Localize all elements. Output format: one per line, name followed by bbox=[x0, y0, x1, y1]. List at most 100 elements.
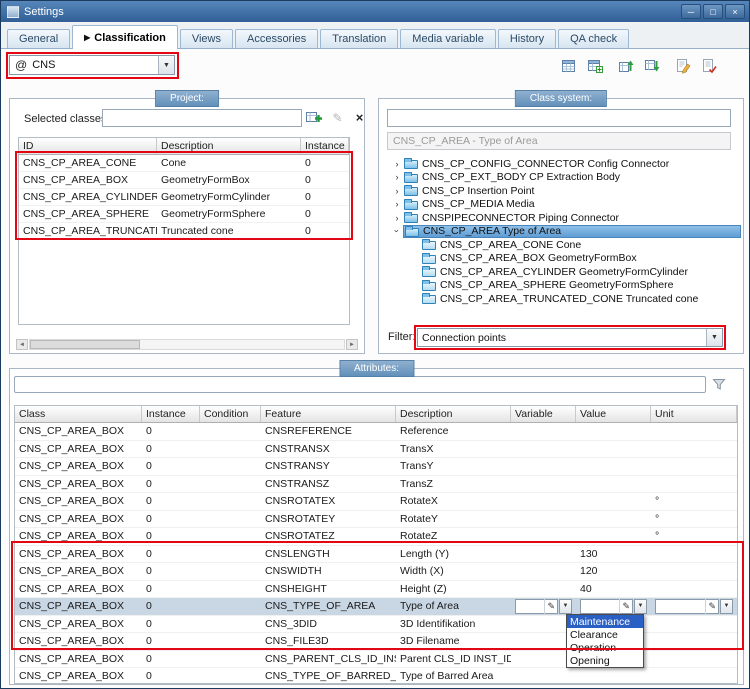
attr-cell-instance: 0 bbox=[146, 442, 152, 455]
table-paste-icon[interactable] bbox=[587, 58, 604, 74]
attr-row[interactable]: CNS_CP_AREA_BOX 0 CNSTRANSZ TransZ bbox=[15, 476, 737, 493]
attr-col-description[interactable]: Description bbox=[396, 406, 511, 422]
attr-row[interactable]: CNS_CP_AREA_BOX 0 CNS_TYPE_OF_AREA Type of … bbox=[15, 598, 737, 616]
pencil-icon[interactable]: ✎ bbox=[544, 598, 557, 615]
report-check-icon[interactable] bbox=[701, 58, 718, 74]
unit-editor[interactable]: ✎ ▼ bbox=[655, 598, 733, 615]
minimize-button[interactable]: ─ bbox=[681, 4, 701, 19]
project-col-instance[interactable]: Instance bbox=[301, 138, 349, 154]
attr-row[interactable]: CNS_CP_AREA_BOX 0 CNSLENGTH Length (Y) 130 bbox=[15, 546, 737, 563]
edit-classes-icon[interactable]: ✎ bbox=[329, 109, 346, 126]
chevron-down-icon[interactable]: ▼ bbox=[559, 599, 572, 614]
tab-qa-check[interactable]: QA check bbox=[558, 29, 630, 48]
tree-item[interactable]: › CNSPIPECONNECTOR Piping Connector bbox=[381, 211, 741, 225]
report-edit-icon[interactable] bbox=[675, 58, 692, 74]
project-table-row[interactable]: CNS_CP_AREA_SPHERE GeometryFormSphere 0 bbox=[19, 206, 349, 223]
unit-editor-field[interactable]: ✎ bbox=[655, 598, 719, 615]
project-hscrollbar[interactable]: ◄ ► bbox=[16, 339, 358, 350]
tree-item[interactable]: › CNS_CP_AREA Type of Area bbox=[381, 224, 741, 238]
attr-row[interactable]: CNS_CP_AREA_BOX 0 CNSHEIGHT Height (Z) 40 bbox=[15, 581, 737, 598]
scroll-left-icon[interactable]: ◄ bbox=[16, 339, 28, 350]
tab-classification[interactable]: ▶ Classification bbox=[72, 25, 178, 49]
project-table-row[interactable]: CNS_CP_AREA_CONE Cone 0 bbox=[19, 155, 349, 172]
chevron-collapsed-icon[interactable]: › bbox=[391, 199, 403, 209]
attr-row[interactable]: CNS_CP_AREA_BOX 0 CNSREFERENCE Reference bbox=[15, 423, 737, 441]
value-editor[interactable]: ✎ ▼ bbox=[580, 598, 647, 615]
tree-item[interactable]: CNS_CP_AREA_CYLINDER GeometryFormCylinde… bbox=[381, 265, 741, 279]
pencil-icon[interactable]: ✎ bbox=[619, 598, 632, 615]
tree-item[interactable]: › CNS_CP_EXT_BODY CP Extraction Body bbox=[381, 171, 741, 185]
add-classes-icon[interactable] bbox=[306, 109, 323, 126]
value-editor-field[interactable]: ✎ bbox=[580, 598, 633, 615]
project-table-row[interactable]: CNS_CP_AREA_TRUNCATED_CONE Truncated cone… bbox=[19, 223, 349, 240]
filter-combo[interactable]: Connection points ▼ bbox=[417, 328, 723, 347]
attr-col-class[interactable]: Class bbox=[15, 406, 142, 422]
titlebar[interactable]: Settings ─ □ × bbox=[1, 1, 749, 22]
classes-download-icon[interactable] bbox=[644, 58, 661, 74]
attr-row[interactable]: CNS_CP_AREA_BOX 0 CNSTRANSX TransX bbox=[15, 441, 737, 458]
tree-item-body: CNS_CP_AREA Type of Area bbox=[403, 224, 741, 238]
chevron-collapsed-icon[interactable]: › bbox=[391, 159, 403, 169]
attr-col-instance[interactable]: Instance bbox=[142, 406, 200, 422]
scrollbar-track[interactable] bbox=[29, 339, 345, 350]
project-col-id[interactable]: ID bbox=[19, 138, 157, 154]
attr-row[interactable]: CNS_CP_AREA_BOX 0 CNSWIDTH Width (X) 120 bbox=[15, 563, 737, 581]
attr-col-unit[interactable]: Unit bbox=[651, 406, 737, 422]
tree-item[interactable]: › CNS_CP Insertion Point bbox=[381, 184, 741, 198]
dropdown-option[interactable]: Maintenance bbox=[567, 615, 643, 628]
tab-general[interactable]: General bbox=[7, 29, 71, 48]
attr-row[interactable]: CNS_CP_AREA_BOX 0 CNSROTATEZ RotateZ ° bbox=[15, 528, 737, 546]
tree-item[interactable]: CNS_CP_AREA_BOX GeometryFormBox bbox=[381, 252, 741, 266]
chevron-down-icon[interactable]: ▼ bbox=[158, 56, 174, 74]
chevron-down-icon[interactable]: ▼ bbox=[706, 329, 722, 346]
project-table-row[interactable]: CNS_CP_AREA_BOX GeometryFormBox 0 bbox=[19, 172, 349, 189]
tab-translation[interactable]: Translation bbox=[320, 29, 399, 48]
chevron-expanded-icon[interactable]: › bbox=[392, 225, 402, 237]
filter-funnel-icon[interactable] bbox=[712, 378, 726, 391]
tree-item[interactable]: CNS_CP_AREA_TRUNCATED_CONE Truncated con… bbox=[381, 292, 741, 306]
dropdown-option[interactable]: Opening bbox=[567, 654, 643, 667]
attr-col-condition[interactable]: Condition bbox=[200, 406, 261, 422]
remove-classes-icon[interactable]: × bbox=[351, 109, 368, 126]
attr-row[interactable]: CNS_CP_AREA_BOX 0 CNSROTATEY RotateY ° bbox=[15, 511, 737, 528]
tab-views[interactable]: Views bbox=[179, 29, 233, 48]
project-col-description[interactable]: Description bbox=[157, 138, 301, 154]
attr-row[interactable]: CNS_CP_AREA_BOX 0 CNS_TYPE_OF_BARRED_AREA T… bbox=[15, 668, 737, 683]
attr-row[interactable]: CNS_CP_AREA_BOX 0 CNSTRANSY TransY bbox=[15, 458, 737, 476]
attr-cell-variable bbox=[511, 441, 576, 458]
attributes-search-input[interactable] bbox=[14, 376, 706, 393]
close-button[interactable]: × bbox=[725, 4, 745, 19]
class-system-search-input[interactable] bbox=[387, 109, 731, 127]
chevron-collapsed-icon[interactable]: › bbox=[391, 186, 403, 196]
tab-media-variable[interactable]: Media variable bbox=[400, 29, 496, 48]
filter-combo-value: Connection points bbox=[422, 331, 507, 344]
attr-row[interactable]: CNS_CP_AREA_BOX 0 CNSROTATEX RotateX ° bbox=[15, 493, 737, 511]
attr-col-variable[interactable]: Variable bbox=[511, 406, 576, 422]
attr-col-value[interactable]: Value bbox=[576, 406, 651, 422]
scrollbar-thumb[interactable] bbox=[30, 340, 140, 349]
project-table-row[interactable]: CNS_CP_AREA_CYLINDER GeometryFormCylinder… bbox=[19, 189, 349, 206]
selected-classes-input[interactable] bbox=[102, 109, 302, 127]
chevron-collapsed-icon[interactable]: › bbox=[391, 172, 403, 182]
pencil-icon[interactable]: ✎ bbox=[705, 598, 718, 615]
scheme-combo[interactable]: @ CNS ▼ bbox=[9, 55, 175, 75]
tree-item[interactable]: › CNS_CP_CONFIG_CONNECTOR Config Connecto… bbox=[381, 157, 741, 171]
tree-item[interactable]: CNS_CP_AREA_SPHERE GeometryFormSphere bbox=[381, 279, 741, 293]
variable-editor[interactable]: ✎ ▼ bbox=[515, 598, 572, 615]
tab-accessories[interactable]: Accessories bbox=[234, 29, 319, 48]
variable-editor-field[interactable]: ✎ bbox=[515, 598, 558, 615]
table-copy-icon[interactable] bbox=[561, 58, 578, 74]
attr-cell-value bbox=[576, 458, 651, 475]
classes-upload-icon[interactable] bbox=[618, 58, 635, 74]
chevron-down-icon[interactable]: ▼ bbox=[720, 599, 733, 614]
tree-item[interactable]: › CNS_CP_MEDIA Media bbox=[381, 198, 741, 212]
dropdown-option[interactable]: Operation bbox=[567, 641, 643, 654]
scroll-right-icon[interactable]: ► bbox=[346, 339, 358, 350]
maximize-button[interactable]: □ bbox=[703, 4, 723, 19]
chevron-down-icon[interactable]: ▼ bbox=[634, 599, 647, 614]
tab-history[interactable]: History bbox=[497, 29, 557, 48]
tree-item[interactable]: CNS_CP_AREA_CONE Cone bbox=[381, 238, 741, 252]
chevron-collapsed-icon[interactable]: › bbox=[391, 213, 403, 223]
dropdown-option[interactable]: Clearance bbox=[567, 628, 643, 641]
attr-col-feature[interactable]: Feature bbox=[261, 406, 396, 422]
